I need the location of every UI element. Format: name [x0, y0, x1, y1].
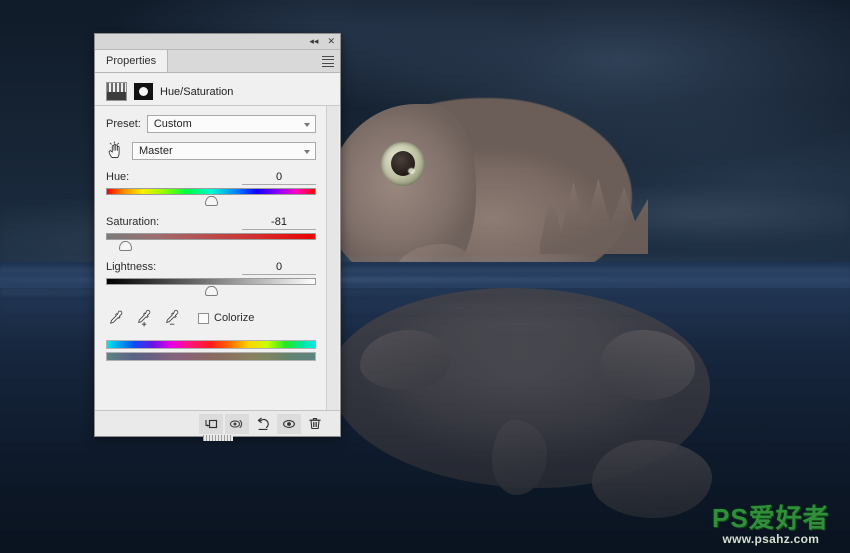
saturation-value-field[interactable]: -81: [242, 216, 316, 230]
saturation-slider[interactable]: [106, 233, 316, 251]
close-icon[interactable]: ✕: [327, 37, 335, 46]
fish-tail-fin: [592, 440, 712, 518]
hand-targeted-adjustment-icon[interactable]: [106, 141, 125, 160]
lightness-slider-group: Lightness: 0: [106, 261, 316, 296]
hue-slider-thumb[interactable]: [204, 196, 218, 206]
toggle-layer-visibility-button[interactable]: [277, 413, 301, 434]
watermark-url-text: www.psahz.com: [722, 532, 820, 546]
site-watermark: PS爱好者 www.psahz.com: [712, 505, 830, 545]
clip-to-layer-button[interactable]: [199, 413, 223, 434]
reset-button[interactable]: [251, 414, 275, 434]
panel-body: Preset: Custom Master Hue: 0 Saturation:…: [95, 106, 340, 410]
channel-value: Master: [139, 144, 173, 157]
layer-mask-thumbnail-icon[interactable]: [134, 83, 153, 100]
preset-label: Preset:: [106, 118, 141, 130]
lightness-value-field[interactable]: 0: [242, 261, 316, 275]
preset-value: Custom: [153, 118, 192, 130]
watermark-logo-text: PS爱好者: [712, 503, 830, 533]
colorize-control[interactable]: Colorize: [198, 312, 254, 324]
saturation-slider-thumb[interactable]: [119, 241, 133, 251]
panel-tabbar: Properties: [95, 50, 340, 73]
collapse-panel-icon[interactable]: ◂◂: [309, 37, 318, 46]
lightness-label: Lightness:: [106, 261, 157, 273]
panel-footer: [95, 410, 340, 441]
eyedropper-icon[interactable]: [106, 309, 124, 327]
hue-label: Hue:: [106, 171, 130, 183]
vivid-hue-range-bar[interactable]: [106, 340, 316, 349]
adjustment-header: Hue/Saturation: [95, 78, 340, 106]
view-previous-state-button[interactable]: [225, 413, 249, 434]
preset-dropdown[interactable]: Custom: [146, 115, 316, 133]
fish-eye-highlight: [408, 168, 415, 174]
colorize-checkbox[interactable]: [198, 312, 209, 324]
tab-properties-label: Properties: [106, 55, 157, 67]
chevron-down-icon: [304, 123, 310, 127]
eyedropper-subtract-icon[interactable]: [162, 309, 180, 327]
saturation-slider-group: Saturation: -81: [106, 216, 316, 251]
hue-value-field[interactable]: 0: [242, 171, 316, 185]
hue-range-bars: [106, 340, 316, 361]
panel-titlebar[interactable]: ◂◂ ✕: [95, 34, 340, 50]
lightness-slider-thumb[interactable]: [204, 286, 218, 296]
adjustment-title: Hue/Saturation: [160, 85, 234, 98]
tab-properties[interactable]: Properties: [95, 50, 169, 72]
saturation-slider-track[interactable]: [106, 233, 316, 240]
channel-dropdown[interactable]: Master: [132, 141, 316, 160]
hue-slider[interactable]: [106, 188, 316, 206]
vertical-scrollbar[interactable]: [326, 106, 339, 410]
panel-resize-grip[interactable]: [202, 435, 233, 441]
hue-saturation-adjustment-icon[interactable]: [106, 82, 127, 101]
eyedropper-add-icon[interactable]: [134, 309, 152, 327]
channel-row: Master: [106, 141, 316, 160]
properties-panel[interactable]: ◂◂ ✕ Properties Hue/Saturation Preset: C…: [94, 33, 341, 441]
saturation-label: Saturation:: [106, 216, 160, 228]
lightness-slider[interactable]: [106, 278, 316, 296]
chevron-down-icon: [304, 149, 310, 154]
adjusted-hue-range-bar[interactable]: [106, 352, 316, 361]
tools-row: Colorize: [106, 309, 316, 327]
lightness-slider-track[interactable]: [106, 278, 316, 285]
preset-row: Preset: Custom: [106, 115, 316, 133]
photoshop-canvas: PS爱好者 www.psahz.com ◂◂ ✕ Properties Hue/…: [0, 0, 850, 553]
delete-layer-button[interactable]: [303, 414, 327, 434]
hue-slider-group: Hue: 0: [106, 171, 316, 206]
hamburger-menu-icon[interactable]: [322, 56, 334, 67]
hue-slider-track[interactable]: [106, 188, 316, 195]
colorize-label: Colorize: [214, 312, 255, 324]
